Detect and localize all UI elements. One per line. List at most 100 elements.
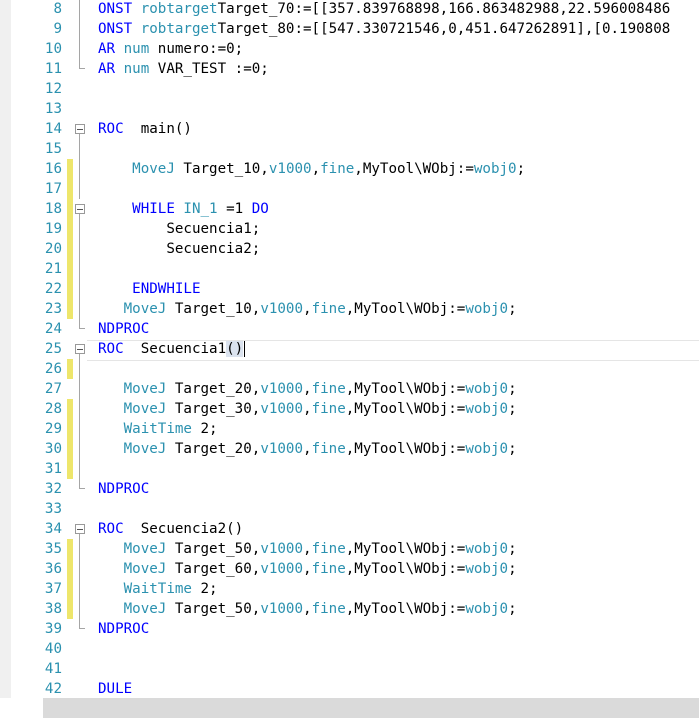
code-token: ,MyTool\WObj:= bbox=[345, 561, 466, 577]
code-editor[interactable]: 8 ONST robtargetTarget_70:=[[357.83976889… bbox=[11, 0, 699, 698]
keyword-token: ROC bbox=[98, 521, 133, 537]
identifier-token: wobj0 bbox=[465, 381, 509, 397]
code-token: main() bbox=[132, 121, 192, 137]
code-token: Target_70:=[[357.839768898,166.863482988… bbox=[217, 1, 671, 17]
code-text: NDPROC bbox=[98, 319, 149, 339]
scrollbar-thumb[interactable] bbox=[43, 698, 699, 718]
code-line[interactable]: 13 bbox=[11, 99, 699, 119]
code-line[interactable]: 16 MoveJ Target_10,v1000,fine,MyTool\WOb… bbox=[11, 159, 699, 179]
code-line[interactable]: 39 NDPROC bbox=[11, 619, 699, 639]
keyword-token: ONST bbox=[98, 1, 141, 17]
code-line[interactable]: 36 MoveJ Target_60,v1000,fine,MyTool\WOb… bbox=[11, 559, 699, 579]
collapse-icon[interactable] bbox=[75, 344, 85, 354]
code-line[interactable]: 14 ROC main() bbox=[11, 119, 699, 139]
line-number: 14 bbox=[44, 121, 62, 137]
code-line[interactable]: 12 bbox=[11, 79, 699, 99]
code-line[interactable]: 10 AR num numero:=0; bbox=[11, 39, 699, 59]
code-line[interactable]: 19 Secuencia1; bbox=[11, 219, 699, 239]
line-number: 22 bbox=[44, 281, 62, 297]
code-token: ,MyTool\WObj:= bbox=[345, 601, 466, 617]
identifier-token: fine bbox=[311, 381, 346, 397]
code-line[interactable]: 31 bbox=[11, 459, 699, 479]
code-line[interactable]: 32 NDPROC bbox=[11, 479, 699, 499]
keyword-token: ONST bbox=[98, 21, 141, 37]
code-line[interactable]: 33 bbox=[11, 499, 699, 519]
code-line[interactable]: 40 bbox=[11, 639, 699, 659]
code-token: ; bbox=[508, 401, 517, 417]
code-line[interactable]: 27 MoveJ Target_20,v1000,fine,MyTool\WOb… bbox=[11, 379, 699, 399]
fold-margin[interactable] bbox=[73, 199, 87, 219]
fold-margin[interactable] bbox=[73, 519, 87, 539]
code-line[interactable]: 35 MoveJ Target_50,v1000,fine,MyTool\WOb… bbox=[11, 539, 699, 559]
fold-margin bbox=[73, 259, 87, 279]
code-token: ; bbox=[508, 441, 517, 457]
code-token: ; bbox=[508, 601, 517, 617]
code-text: NDPROC bbox=[98, 479, 149, 499]
identifier-token: fine bbox=[311, 561, 346, 577]
keyword-token: ROC bbox=[98, 341, 133, 357]
fold-margin[interactable] bbox=[73, 339, 87, 359]
code-line[interactable]: 37 WaitTime 2; bbox=[11, 579, 699, 599]
code-line[interactable]: 38 MoveJ Target_50,v1000,fine,MyTool\WOb… bbox=[11, 599, 699, 619]
code-token: ; bbox=[516, 161, 526, 177]
horizontal-scrollbar[interactable] bbox=[0, 698, 699, 718]
identifier-token: wobj0 bbox=[473, 161, 517, 177]
code-line[interactable]: 26 bbox=[11, 359, 699, 379]
fold-margin bbox=[73, 179, 87, 199]
identifier-token: fine bbox=[311, 401, 346, 417]
fold-margin bbox=[73, 579, 87, 599]
identifier-token: fine bbox=[311, 441, 346, 457]
identifier-token: num bbox=[123, 61, 150, 77]
code-token: Target_60, bbox=[166, 561, 261, 577]
code-token: VAR_TEST :=0; bbox=[149, 61, 269, 77]
fold-margin bbox=[73, 539, 87, 559]
code-line[interactable]: 22 ENDWHILE bbox=[11, 279, 699, 299]
code-line[interactable]: 21 bbox=[11, 259, 699, 279]
code-line[interactable]: 24 NDPROC bbox=[11, 319, 699, 339]
line-number: 29 bbox=[44, 421, 62, 437]
fold-margin bbox=[73, 599, 87, 619]
collapse-icon[interactable] bbox=[75, 204, 85, 214]
code-line[interactable]: 20 Secuencia2; bbox=[11, 239, 699, 259]
code-line[interactable]: 18 WHILE IN_1 =1 DO bbox=[11, 199, 699, 219]
code-line[interactable]: 34 ROC Secuencia2() bbox=[11, 519, 699, 539]
collapse-icon[interactable] bbox=[75, 124, 85, 134]
identifier-token: wobj0 bbox=[465, 441, 509, 457]
fold-margin[interactable] bbox=[73, 119, 87, 139]
line-number: 20 bbox=[44, 241, 62, 257]
code-text: MoveJ Target_20,v1000,fine,MyTool\WObj:=… bbox=[98, 379, 517, 399]
fold-margin bbox=[73, 279, 87, 299]
code-line[interactable]: 15 bbox=[11, 139, 699, 159]
line-number: 16 bbox=[44, 161, 62, 177]
code-token: Target_50, bbox=[166, 601, 261, 617]
code-line[interactable]: 30 MoveJ Target_20,v1000,fine,MyTool\WOb… bbox=[11, 439, 699, 459]
code-line[interactable]: 8 ONST robtargetTarget_70:=[[357.83976889… bbox=[11, 0, 699, 19]
keyword-token: AR bbox=[98, 41, 124, 57]
code-token: ,MyTool\WObj:= bbox=[354, 161, 474, 177]
code-line[interactable]: 17 bbox=[11, 179, 699, 199]
fold-margin bbox=[73, 159, 87, 179]
collapse-icon[interactable] bbox=[75, 524, 85, 534]
fold-margin bbox=[73, 319, 87, 339]
code-line[interactable]: 42 DULE bbox=[11, 679, 699, 699]
identifier-token: MoveJ bbox=[123, 441, 167, 457]
code-text: MoveJ Target_50,v1000,fine,MyTool\WObj:=… bbox=[98, 539, 517, 559]
identifier-token: wobj0 bbox=[465, 561, 509, 577]
code-line[interactable]: 28 MoveJ Target_30,v1000,fine,MyTool\WOb… bbox=[11, 399, 699, 419]
code-line[interactable]: 25 ROC Secuencia1() bbox=[11, 339, 699, 359]
code-token: ,MyTool\WObj:= bbox=[345, 541, 466, 557]
fold-margin bbox=[73, 239, 87, 259]
fold-margin bbox=[73, 59, 87, 79]
identifier-token: v1000 bbox=[260, 541, 304, 557]
line-number: 11 bbox=[44, 61, 62, 77]
code-text: NDPROC bbox=[98, 619, 149, 639]
code-line[interactable]: 9 ONST robtargetTarget_80:=[[547.33072154… bbox=[11, 19, 699, 39]
code-line[interactable]: 23 MoveJ Target_10,v1000,fine,MyTool\WOb… bbox=[11, 299, 699, 319]
fold-margin bbox=[73, 479, 87, 499]
code-line[interactable]: 29 WaitTime 2; bbox=[11, 419, 699, 439]
code-line[interactable]: 41 bbox=[11, 659, 699, 679]
code-text: MoveJ Target_50,v1000,fine,MyTool\WObj:=… bbox=[98, 599, 517, 619]
line-number: 36 bbox=[44, 561, 62, 577]
code-line[interactable]: 11 AR num VAR_TEST :=0; bbox=[11, 59, 699, 79]
